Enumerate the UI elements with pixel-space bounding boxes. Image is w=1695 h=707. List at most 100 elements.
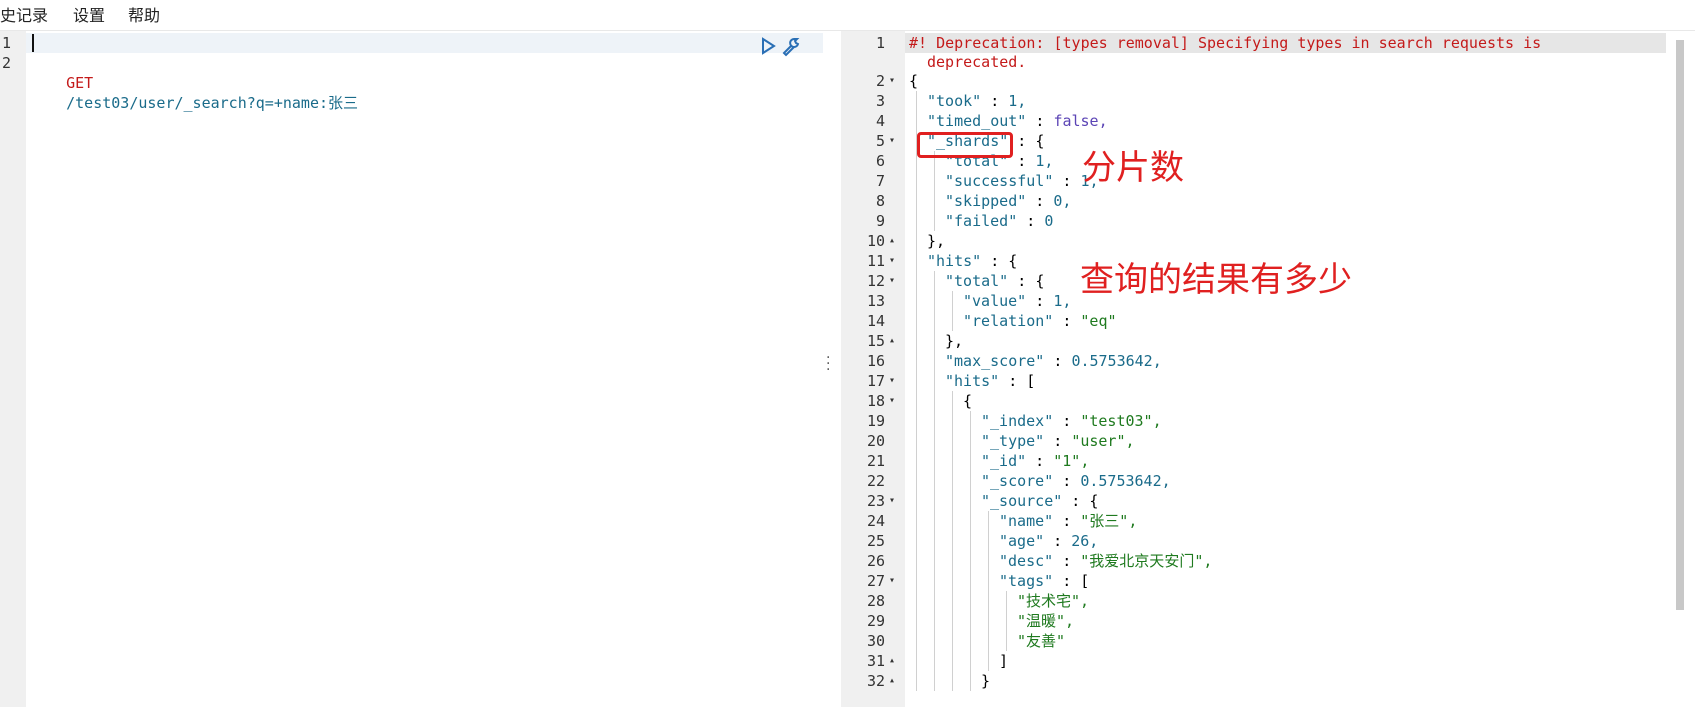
json-punctuation: },: [927, 232, 946, 250]
indent-guide: [934, 471, 935, 491]
settings-button[interactable]: [780, 36, 800, 57]
request-editor[interactable]: 1 2 GET /test03/user/_search?q=+name:张三: [0, 31, 823, 707]
request-line[interactable]: GET /test03/user/_search?q=+name:张三: [30, 53, 358, 133]
indent-guide: [916, 311, 917, 331]
output-line-number: 11: [866, 252, 885, 270]
fold-collapse-icon[interactable]: ▾: [889, 71, 895, 91]
fold-expand-icon[interactable]: ▴: [889, 331, 895, 351]
json-value: 1,: [1053, 292, 1072, 310]
indent-guide: [934, 191, 935, 211]
fold-collapse-icon[interactable]: ▾: [889, 391, 895, 411]
indent-guide: [934, 671, 935, 691]
fold-expand-icon[interactable]: ▴: [889, 651, 895, 671]
json-value: 0: [1044, 212, 1054, 230]
json-key: "_source": [981, 492, 1063, 510]
output-line-number: 8: [875, 192, 885, 210]
json-key: "_index": [981, 412, 1054, 430]
output-code-line: },: [945, 331, 963, 351]
output-line-number: 18: [866, 392, 885, 410]
json-value: "友善": [1017, 632, 1066, 650]
indent-guide: [988, 511, 989, 531]
active-line-highlight: [26, 33, 823, 53]
indent-guide: [934, 351, 935, 371]
indent-guide: [988, 551, 989, 571]
request-path: /test03/user/_search?q=+name:张三: [66, 94, 359, 112]
output-line-number: 29: [866, 612, 885, 630]
json-value: "我爱北京天安门",: [1080, 552, 1213, 570]
output-line-number: 22: [866, 472, 885, 490]
menu-settings[interactable]: 设置: [73, 2, 105, 26]
indent-guide: [916, 271, 917, 291]
output-line-number: 6: [875, 152, 885, 170]
deprecation-warning-cont: deprecated.: [927, 53, 1027, 71]
output-line-number: 16: [866, 352, 885, 370]
indent-guide: [934, 571, 935, 591]
indent-guide: [916, 451, 917, 471]
json-key: "value": [963, 292, 1027, 310]
indent-guide: [952, 511, 953, 531]
indent-guide: [952, 571, 953, 591]
output-line-number: 32: [866, 672, 885, 690]
indent-guide: [952, 531, 953, 551]
json-value: 1,: [1008, 92, 1027, 110]
fold-expand-icon[interactable]: ▴: [889, 231, 895, 251]
json-key: "_id": [981, 452, 1027, 470]
indent-guide: [916, 231, 917, 251]
json-value: "test03",: [1080, 412, 1162, 430]
text-cursor: [32, 34, 34, 52]
indent-guide: [934, 291, 935, 311]
output-line-number: 31: [866, 652, 885, 670]
fold-collapse-icon[interactable]: ▾: [889, 131, 895, 151]
indent-guide: [916, 251, 917, 271]
indent-guide: [970, 591, 971, 611]
indent-guide: [952, 551, 953, 571]
json-value: 1,: [1035, 152, 1054, 170]
json-value: {: [1089, 492, 1099, 510]
indent-guide: [934, 591, 935, 611]
indent-guide: [916, 111, 917, 131]
json-key: "_score": [981, 472, 1054, 490]
json-value: 0,: [1053, 192, 1072, 210]
fold-collapse-icon[interactable]: ▾: [889, 251, 895, 271]
indent-guide: [952, 611, 953, 631]
indent-guide: [934, 271, 935, 291]
fold-collapse-icon[interactable]: ▾: [889, 371, 895, 391]
json-key: "max_score": [945, 352, 1045, 370]
indent-guide: [934, 491, 935, 511]
run-button[interactable]: [758, 36, 778, 56]
json-key: "hits": [945, 372, 1000, 390]
indent-guide: [934, 511, 935, 531]
indent-guide: [988, 531, 989, 551]
json-punctuation: }: [981, 672, 991, 690]
output-line-number: 26: [866, 552, 885, 570]
json-key: "successful": [945, 172, 1054, 190]
indent-guide: [952, 391, 953, 411]
indent-guide: [970, 611, 971, 631]
indent-guide: [916, 411, 917, 431]
json-value: {: [1035, 132, 1045, 150]
indent-guide: [916, 91, 917, 111]
json-key: "hits": [927, 252, 982, 270]
fold-collapse-icon[interactable]: ▾: [889, 571, 895, 591]
menu-help[interactable]: 帮助: [128, 2, 160, 26]
indent-guide: [916, 431, 917, 451]
menu-history[interactable]: 史记录: [0, 2, 48, 26]
fold-expand-icon[interactable]: ▴: [889, 671, 895, 691]
output-code-line: "_score" : 0.5753642,: [981, 472, 1171, 490]
output-scrollbar-thumb[interactable]: [1676, 40, 1684, 610]
output-code-line: "_id" : "1",: [981, 452, 1090, 470]
fold-collapse-icon[interactable]: ▾: [889, 491, 895, 511]
output-gutter: 1 2 ▾ 3 4 5 ▾ 6 7 8 9 10 ▴ 11 ▾ 12 ▾ 13 14 15 ▴ 16 17 ▾ 18 ▾ 19 20 2…: [841, 31, 905, 707]
indent-guide: [916, 511, 917, 531]
output-line-number: 12: [866, 272, 885, 290]
json-value: "技术宅",: [1017, 592, 1090, 610]
json-value: "user",: [1071, 432, 1135, 450]
json-key: "total": [945, 272, 1009, 290]
output-code-line: "hits" : [: [945, 372, 1036, 390]
output-line-number: 3: [875, 92, 885, 110]
output-code-line: "_type" : "user",: [981, 432, 1135, 450]
fold-collapse-icon[interactable]: ▾: [889, 271, 895, 291]
output-code-line: "desc" : "我爱北京天安门",: [999, 552, 1213, 570]
resize-handle-icon[interactable]: · · ·: [826, 351, 830, 377]
output-line-number: 4: [875, 112, 885, 130]
